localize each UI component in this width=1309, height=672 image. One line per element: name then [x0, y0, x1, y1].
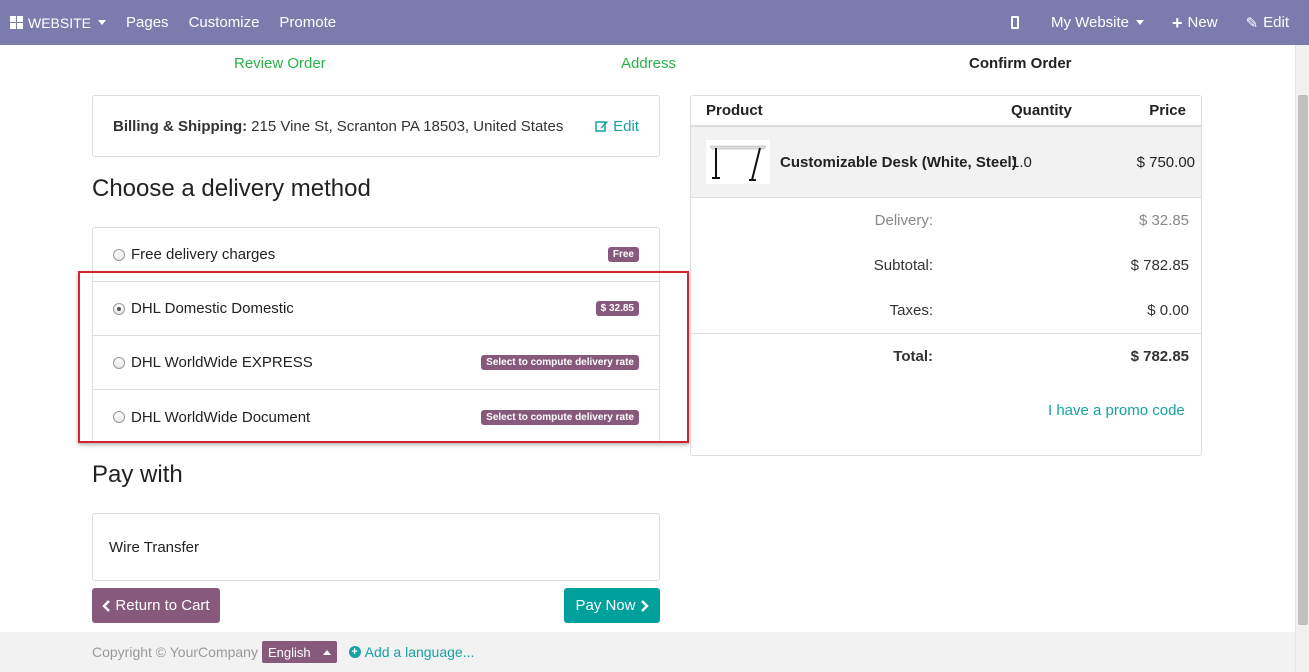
- scrollbar-thumb[interactable]: [1298, 95, 1308, 625]
- payment-method-panel[interactable]: Wire Transfer: [92, 513, 660, 581]
- caret-up-icon: [322, 649, 331, 655]
- pay-now-label: Pay Now: [575, 597, 636, 614]
- order-summary: Product Quantity Price Customizable Desk…: [690, 95, 1202, 456]
- delivery-option-label: DHL WorldWide EXPRESS: [131, 354, 313, 371]
- plus-circle-icon: +: [348, 646, 361, 658]
- add-language-label: Add a language...: [364, 644, 475, 660]
- copyright-text: Copyright © YourCompany: [92, 644, 258, 660]
- delivery-total-label: Delivery:: [874, 212, 933, 229]
- subtotal-row: Subtotal: $ 782.85: [691, 243, 1201, 288]
- website-selector-label: My Website: [1050, 14, 1130, 31]
- delivery-option-dhl-domestic[interactable]: DHL Domestic Domestic $ 32.85: [93, 282, 659, 336]
- delivery-option-label: Free delivery charges: [131, 246, 276, 263]
- navbar-right: My Website + New ✎ Edit: [993, 0, 1309, 45]
- caret-down-icon: [98, 20, 107, 25]
- edit-button[interactable]: ✎ Edit: [1232, 0, 1289, 45]
- delivery-price-badge: Select to compute delivery rate: [481, 355, 639, 370]
- delivery-option-dhl-document[interactable]: DHL WorldWide Document Select to compute…: [93, 390, 659, 444]
- taxes-label: Taxes:: [889, 302, 933, 319]
- payment-method-label: Wire Transfer: [109, 538, 200, 556]
- product-image: [706, 140, 770, 184]
- desk-image: [709, 145, 767, 181]
- menu-promote[interactable]: Promote: [269, 0, 346, 45]
- product-name[interactable]: Customizable Desk (White, Steel): [780, 154, 1017, 171]
- menu-customize[interactable]: Customize: [179, 0, 270, 45]
- add-language-link[interactable]: + Add a language...: [348, 644, 475, 660]
- pay-with-heading: Pay with: [92, 461, 183, 488]
- website-menu-label: WEBSITE: [28, 14, 92, 31]
- mobile-preview-button[interactable]: [993, 0, 1037, 45]
- website-selector[interactable]: My Website: [1037, 0, 1158, 45]
- total-label: Total:: [893, 348, 933, 365]
- delivery-price-badge: $ 32.85: [595, 301, 639, 316]
- billing-shipping-label: Billing & Shipping:: [113, 117, 248, 135]
- col-product: Product: [706, 102, 763, 119]
- radio-button-checked[interactable]: [113, 302, 125, 315]
- delivery-option-label: DHL WorldWide Document: [131, 408, 311, 426]
- edit-address-label: Edit: [613, 117, 639, 135]
- vertical-scrollbar[interactable]: [1295, 45, 1309, 672]
- delivery-total-row: Delivery: $ 32.85: [691, 198, 1201, 243]
- new-button-label: New: [1187, 14, 1218, 31]
- pay-now-button[interactable]: Pay Now: [564, 588, 660, 623]
- delivery-heading: Choose a delivery method: [92, 175, 371, 202]
- order-totals: Delivery: $ 32.85 Subtotal: $ 782.85 Tax…: [691, 198, 1201, 380]
- delivery-option-free[interactable]: Free delivery charges Free: [93, 228, 659, 282]
- edit-button-label: Edit: [1263, 14, 1289, 31]
- summary-header: Product Quantity Price: [691, 96, 1201, 127]
- chevron-left-icon: [102, 599, 111, 612]
- delivery-total-value: $ 32.85: [1138, 212, 1189, 229]
- return-to-cart-label: Return to Cart: [115, 597, 210, 614]
- radio-button[interactable]: [113, 411, 125, 423]
- delivery-price-badge: Select to compute delivery rate: [481, 409, 639, 425]
- step-review-order[interactable]: Review Order: [234, 55, 326, 72]
- product-quantity: 1.0: [1011, 154, 1032, 171]
- chevron-right-icon: [640, 599, 649, 612]
- menu-pages[interactable]: Pages: [116, 0, 179, 45]
- return-to-cart-button[interactable]: Return to Cart: [92, 588, 220, 623]
- step-address[interactable]: Address: [621, 55, 676, 72]
- edit-address-link[interactable]: Edit: [595, 118, 639, 135]
- language-selector[interactable]: English: [261, 641, 337, 663]
- taxes-row: Taxes: $ 0.00: [691, 288, 1201, 333]
- promo-code-link[interactable]: I have a promo code: [1048, 402, 1185, 419]
- footer: Copyright © YourCompany English + Add a …: [0, 632, 1295, 672]
- billing-shipping-panel: Billing & Shipping: 215 Vine St, Scranto…: [92, 95, 660, 157]
- delivery-price-badge: Free: [607, 247, 639, 262]
- apps-grid-icon: [10, 16, 23, 29]
- mobile-icon: [1010, 16, 1019, 29]
- caret-down-icon: [1136, 20, 1145, 25]
- step-confirm-order: Confirm Order: [969, 55, 1072, 72]
- subtotal-label: Subtotal:: [873, 257, 933, 274]
- delivery-option-label: DHL Domestic Domestic: [131, 300, 294, 317]
- col-quantity: Quantity: [1011, 102, 1072, 119]
- subtotal-value: $ 782.85: [1130, 257, 1189, 274]
- billing-shipping-address: 215 Vine St, Scranton PA 18503, United S…: [251, 117, 564, 135]
- top-navbar: WEBSITE Pages Customize Promote My Websi…: [0, 0, 1309, 45]
- taxes-value: $ 0.00: [1147, 302, 1189, 319]
- product-price: $ 750.00: [1136, 154, 1195, 171]
- delivery-method-list: Free delivery charges Free DHL Domestic …: [92, 227, 660, 443]
- website-menu[interactable]: WEBSITE: [0, 0, 116, 45]
- edit-icon: [595, 121, 609, 132]
- plus-icon: +: [1172, 12, 1183, 33]
- radio-button[interactable]: [113, 356, 125, 369]
- radio-button[interactable]: [113, 248, 125, 261]
- order-line: Customizable Desk (White, Steel) 1.0 $ 7…: [691, 127, 1201, 198]
- pencil-icon: ✎: [1245, 14, 1259, 32]
- new-button[interactable]: + New: [1158, 0, 1232, 45]
- delivery-option-dhl-express[interactable]: DHL WorldWide EXPRESS Select to compute …: [93, 336, 659, 390]
- total-row: Total: $ 782.85: [691, 333, 1201, 380]
- navbar-left: WEBSITE Pages Customize Promote: [0, 0, 346, 45]
- language-selector-label: English: [267, 644, 311, 660]
- total-value: $ 782.85: [1130, 348, 1189, 365]
- col-price: Price: [1149, 102, 1186, 119]
